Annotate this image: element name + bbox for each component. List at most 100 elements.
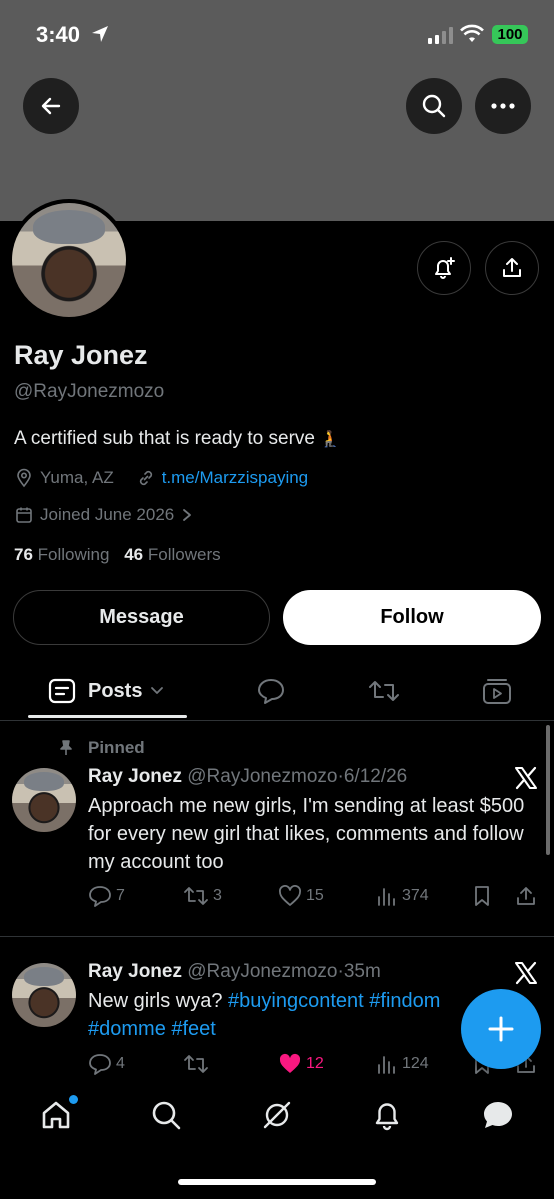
post-avatar[interactable] (12, 963, 76, 1027)
nav-search[interactable] (146, 1095, 186, 1135)
repost-button[interactable] (183, 1053, 209, 1075)
hashtag-link[interactable]: #findom (369, 990, 440, 1012)
scrollbar[interactable] (546, 725, 550, 855)
reply-button[interactable]: 7 (88, 885, 125, 907)
nav-messages[interactable] (478, 1095, 518, 1135)
home-icon (42, 1101, 70, 1129)
views-bar-chart-icon (378, 1056, 395, 1074)
more-options-button[interactable] (475, 78, 531, 134)
pin-icon (60, 740, 72, 755)
like-button[interactable]: 12 (278, 1053, 324, 1075)
avatar-photo (12, 768, 76, 832)
post-author-name[interactable]: Ray Jonez (88, 766, 182, 787)
post-text-plain: New girls wya? (88, 990, 229, 1012)
profile-location: Yuma, AZ (40, 468, 114, 487)
hashtag-link[interactable]: #domme (88, 1018, 166, 1040)
joined-date: Joined June 2026 (40, 505, 175, 524)
joined-row[interactable]: Joined June 2026 (14, 505, 194, 525)
nav-notifications[interactable] (367, 1095, 407, 1135)
share-post-button[interactable] (515, 885, 537, 907)
back-arrow-icon (41, 97, 61, 115)
more-horizontal-icon (491, 103, 515, 109)
post-timestamp: 6/12/26 (343, 766, 408, 787)
profile-meta-row: Yuma, AZ t.me/Marzzispaying (14, 468, 308, 488)
home-indicator (178, 1179, 376, 1185)
post-divider (0, 936, 554, 937)
post-author-name[interactable]: Ray Jonez (88, 961, 182, 982)
wifi-icon (460, 24, 484, 49)
message-button[interactable]: Message (13, 590, 270, 645)
views-count: 374 (402, 887, 429, 904)
reply-icon (89, 886, 111, 907)
posts-filter-icon (48, 678, 76, 704)
chevron-down-icon (151, 687, 164, 694)
location-arrow-icon (90, 24, 110, 49)
notifications-subscribe-button[interactable] (417, 241, 471, 295)
post-text: Approach me new girls, I'm sending at le… (88, 795, 525, 873)
heart-outline-icon (279, 885, 301, 906)
tab-replies[interactable] (256, 664, 286, 718)
views-bar-chart-icon (378, 888, 395, 906)
tab-reposts[interactable] (368, 664, 400, 718)
compose-post-button[interactable] (461, 989, 541, 1069)
profile-website-link[interactable]: t.me/Marzzispaying (162, 468, 308, 488)
profile-avatar[interactable] (8, 199, 130, 321)
reply-bubble-icon (258, 679, 284, 704)
profile-name: Ray Jonez (14, 340, 148, 370)
followers-link[interactable]: 46 Followers (124, 545, 220, 564)
grok-icon (263, 1101, 291, 1129)
reply-count: 4 (116, 1055, 125, 1072)
tab-posts-label: Posts (88, 679, 143, 702)
location-pin-icon (17, 468, 31, 488)
repost-icon (369, 681, 399, 701)
bio-text: A certified sub that is ready to serve (14, 428, 315, 449)
like-button[interactable]: 15 (278, 885, 324, 907)
share-profile-button[interactable] (485, 241, 539, 295)
views-count: 124 (402, 1055, 429, 1072)
nav-grok[interactable] (257, 1095, 297, 1135)
repost-count: 3 (213, 887, 222, 904)
active-tab-indicator (28, 715, 187, 718)
nav-home[interactable] (36, 1095, 78, 1135)
post-header: Ray Jonez @RayJonezmozo·6/12/26 (88, 766, 407, 788)
pinned-indicator: Pinned (58, 738, 145, 758)
repost-button[interactable]: 3 (183, 885, 222, 907)
status-bar: 3:40 100 (0, 0, 554, 70)
post-avatar[interactable] (12, 768, 76, 832)
reply-button[interactable]: 4 (88, 1053, 125, 1075)
pinned-label: Pinned (88, 738, 145, 757)
bookmark-icon (475, 886, 489, 906)
status-time: 3:40 (36, 22, 81, 47)
post-author-handle: @RayJonezmozo (187, 961, 338, 982)
views-button[interactable]: 124 (376, 1053, 429, 1075)
link-icon (139, 470, 152, 486)
share-icon (517, 887, 535, 905)
hashtag-link[interactable]: #feet (171, 1018, 215, 1040)
followers-count: 46 (124, 545, 144, 564)
back-button[interactable] (23, 78, 79, 134)
post-timestamp: 35m (343, 961, 381, 982)
avatar-photo (12, 203, 126, 317)
repost-icon (184, 1055, 208, 1073)
search-button[interactable] (406, 78, 462, 134)
search-icon (152, 1101, 181, 1130)
tab-media[interactable] (482, 664, 512, 718)
like-count: 12 (306, 1055, 324, 1072)
heart-filled-icon (279, 1053, 301, 1073)
bell-plus-icon (435, 257, 455, 279)
views-button[interactable]: 374 (376, 885, 429, 907)
hashtag-link[interactable]: #buyingcontent (228, 990, 364, 1012)
reply-icon (89, 1054, 111, 1075)
kneeling-emoji: 🧎 (320, 431, 341, 448)
follow-counts: 76 Following 46 Followers (14, 545, 221, 565)
profile-tabs: Posts (0, 664, 554, 721)
tab-posts[interactable]: Posts (48, 664, 164, 718)
follow-button[interactable]: Follow (283, 590, 541, 645)
calendar-icon (16, 507, 32, 523)
following-label: Following (37, 545, 110, 564)
post-author-handle: @RayJonezmozo (187, 766, 338, 787)
followers-label: Followers (147, 545, 221, 564)
bookmark-button[interactable] (472, 885, 492, 907)
following-link[interactable]: 76 Following (14, 545, 109, 564)
profile-bio: A certified sub that is ready to serve 🧎 (14, 428, 340, 450)
